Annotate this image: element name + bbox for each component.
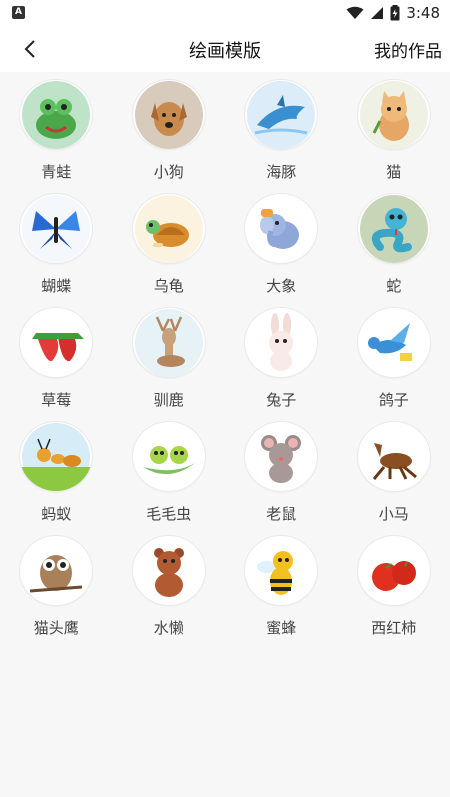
template-label: 猫 [386, 163, 402, 181]
template-thumbnail[interactable] [245, 422, 318, 491]
template-grid: 青蛙 小狗 海豚 猫蝴蝶 乌龟 大象 蛇草莓 驯鹿 兔子 鸽子蚂蚁 毛毛虫 老鼠 小马猫头鹰 水懒 蜜蜂 西红… [0, 80, 450, 638]
template-item[interactable]: 驯鹿 [113, 308, 226, 410]
template-thumbnail[interactable] [245, 80, 318, 149]
strawberry-icon [22, 308, 91, 377]
my-works-button[interactable]: 我的作品 [374, 37, 442, 62]
template-thumbnail[interactable] [357, 80, 430, 149]
template-thumbnail[interactable] [132, 422, 205, 491]
template-label: 鸽子 [378, 391, 409, 409]
template-label: 毛毛虫 [146, 505, 192, 523]
template-item[interactable]: 蛇 [338, 194, 450, 296]
snake-icon [359, 194, 428, 263]
template-item[interactable]: 蚂蚁 [0, 422, 113, 524]
otter-icon [134, 536, 203, 605]
template-thumbnail[interactable] [357, 422, 430, 491]
template-thumbnail[interactable] [20, 80, 93, 149]
rabbit-icon [247, 308, 316, 377]
template-list: 青蛙 小狗 海豚 猫蝴蝶 乌龟 大象 蛇草莓 驯鹿 兔子 鸽子蚂蚁 毛毛虫 老鼠 小马猫头鹰 水懒 蜜蜂 西红… [0, 72, 450, 797]
battery-icon [390, 5, 400, 21]
template-item[interactable]: 蜜蜂 [225, 536, 338, 638]
template-label: 老鼠 [266, 505, 297, 523]
turtle-icon [134, 194, 203, 263]
status-indicators: 3:48 [346, 3, 440, 23]
template-item[interactable]: 兔子 [225, 308, 338, 410]
template-thumbnail[interactable] [20, 194, 93, 263]
cat-icon [359, 80, 428, 149]
template-label: 大象 [266, 277, 297, 295]
app-header: 绘画模版 我的作品 [0, 25, 450, 72]
template-label: 兔子 [266, 391, 297, 409]
template-thumbnail[interactable] [357, 536, 430, 605]
template-item[interactable]: 乌龟 [113, 194, 226, 296]
status-time: 3:48 [406, 4, 440, 22]
pigeon-icon [359, 308, 428, 377]
template-item[interactable]: 小狗 [113, 80, 226, 182]
template-item[interactable]: 老鼠 [225, 422, 338, 524]
template-thumbnail[interactable] [245, 194, 318, 263]
template-thumbnail[interactable] [132, 80, 205, 149]
template-label: 蚂蚁 [41, 505, 72, 523]
template-label: 驯鹿 [153, 391, 184, 409]
tomato-icon [359, 536, 428, 605]
template-thumbnail[interactable] [20, 308, 93, 377]
mouse-icon [247, 422, 316, 491]
template-item[interactable]: 蝴蝶 [0, 194, 113, 296]
status-bar: A 3:48 [0, 0, 450, 25]
wifi-icon [346, 6, 364, 19]
template-item[interactable]: 海豚 [225, 80, 338, 182]
template-label: 海豚 [266, 163, 297, 181]
template-item[interactable]: 大象 [225, 194, 338, 296]
caterpillar-icon [134, 422, 203, 491]
template-label: 草莓 [41, 391, 72, 409]
template-label: 蛇 [386, 277, 402, 295]
template-label: 乌龟 [153, 277, 184, 295]
template-label: 蜜蜂 [266, 619, 297, 637]
template-item[interactable]: 青蛙 [0, 80, 113, 182]
template-item[interactable]: 毛毛虫 [113, 422, 226, 524]
template-thumbnail[interactable] [20, 536, 93, 605]
ant-icon [22, 422, 91, 491]
dolphin-icon [247, 80, 316, 149]
owl-icon [22, 536, 91, 605]
template-label: 青蛙 [41, 163, 72, 181]
template-label: 小狗 [153, 163, 184, 181]
template-thumbnail[interactable] [357, 308, 430, 377]
template-thumbnail[interactable] [132, 536, 205, 605]
template-item[interactable]: 水懒 [113, 536, 226, 638]
cellular-icon [371, 7, 384, 19]
app-notification-icon: A [12, 6, 25, 19]
butterfly-icon [22, 194, 91, 263]
template-label: 小马 [378, 505, 409, 523]
template-thumbnail[interactable] [132, 308, 205, 377]
template-item[interactable]: 猫 [338, 80, 450, 182]
template-item[interactable]: 猫头鹰 [0, 536, 113, 638]
template-label: 水懒 [153, 619, 184, 637]
template-thumbnail[interactable] [245, 536, 318, 605]
template-item[interactable]: 小马 [338, 422, 450, 524]
deer-icon [134, 308, 203, 377]
elephant-icon [247, 194, 316, 263]
template-item[interactable]: 鸽子 [338, 308, 450, 410]
template-thumbnail[interactable] [357, 194, 430, 263]
bee-icon [247, 536, 316, 605]
template-item[interactable]: 草莓 [0, 308, 113, 410]
template-label: 蝴蝶 [41, 277, 72, 295]
template-label: 西红柿 [371, 619, 417, 637]
template-thumbnail[interactable] [20, 422, 93, 491]
dog-icon [134, 80, 203, 149]
template-thumbnail[interactable] [245, 308, 318, 377]
template-item[interactable]: 西红柿 [338, 536, 450, 638]
horse-icon [359, 422, 428, 491]
frog-icon [22, 80, 91, 149]
template-label: 猫头鹰 [33, 619, 79, 637]
template-thumbnail[interactable] [132, 194, 205, 263]
